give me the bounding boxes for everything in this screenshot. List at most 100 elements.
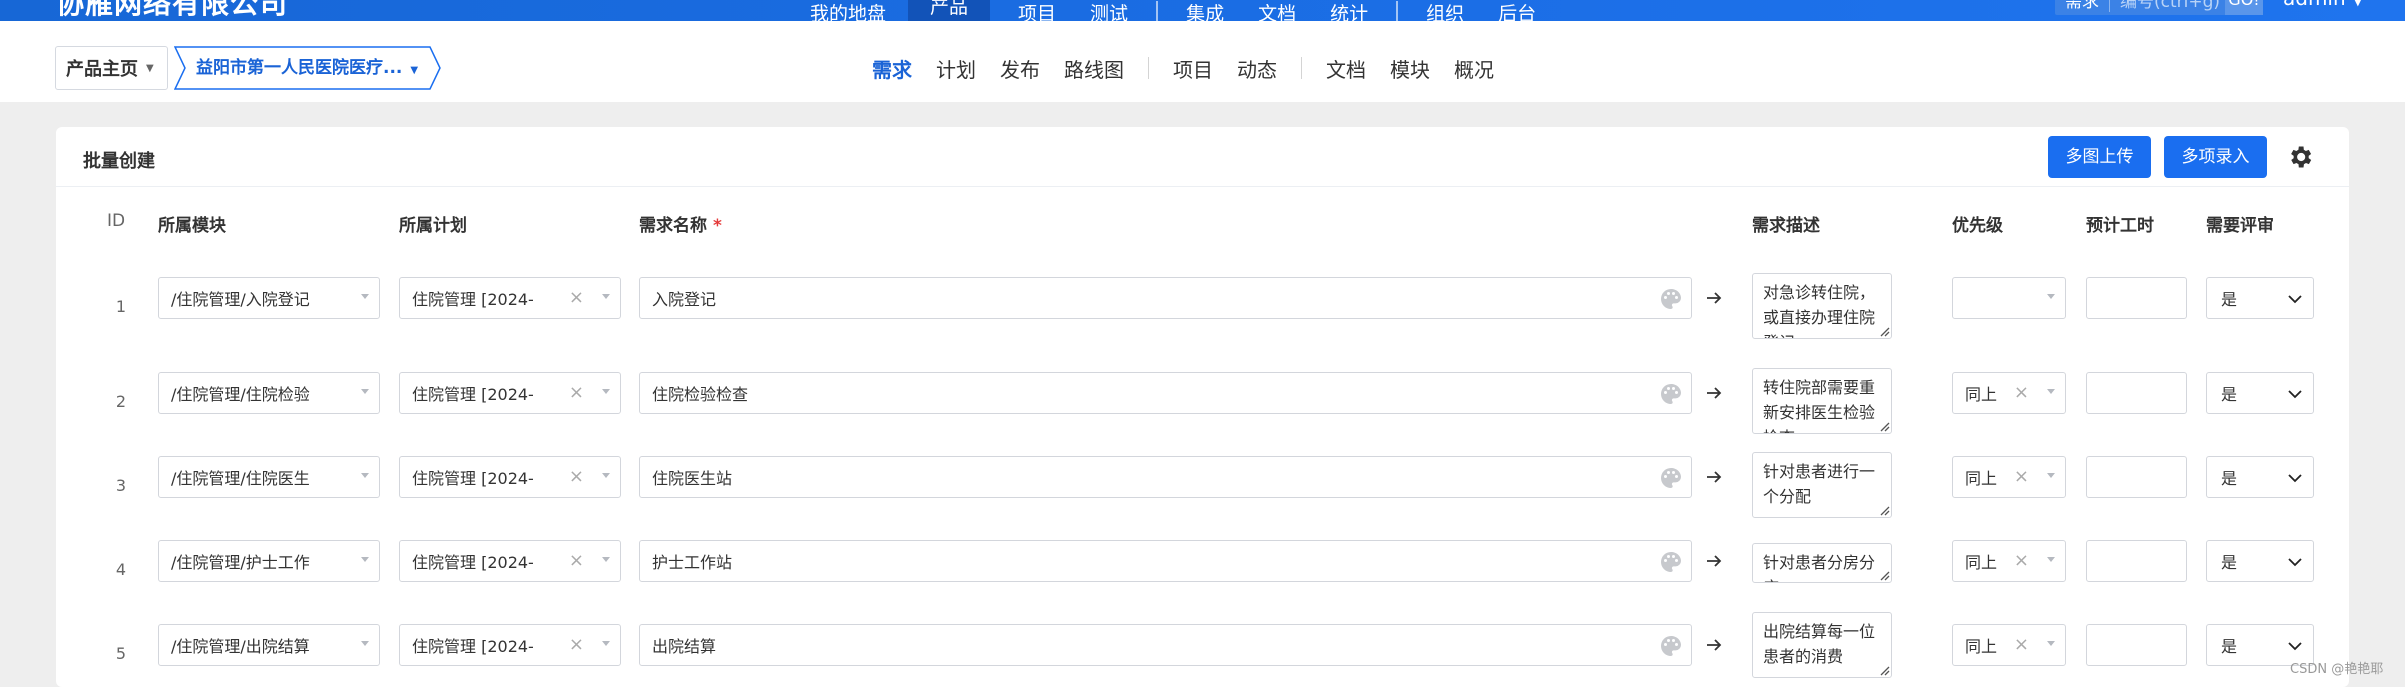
estimate-input[interactable]	[2086, 372, 2187, 414]
module-select[interactable]: /住院管理/住院医生	[158, 456, 380, 498]
current-product-dropdown[interactable]: 益阳市第一人民医院医疗... ▼	[174, 46, 442, 90]
resize-handle-icon[interactable]	[1878, 569, 1890, 581]
estimate-input[interactable]	[2086, 277, 2187, 319]
clear-icon[interactable]: ×	[569, 634, 584, 655]
review-select[interactable]: 是	[2206, 540, 2314, 582]
review-select[interactable]: 是	[2206, 372, 2314, 414]
nav-item-project[interactable]: 项目	[1018, 0, 1056, 21]
multi-upload-button[interactable]: 多图上传	[2048, 136, 2151, 178]
estimate-input[interactable]	[2086, 456, 2187, 498]
color-palette-icon[interactable]	[1659, 550, 1683, 574]
priority-select[interactable]: 同上 ×	[1952, 456, 2066, 498]
tab-roadmap[interactable]: 路线图	[1064, 54, 1124, 83]
tab-plan[interactable]: 计划	[936, 54, 976, 83]
arrow-right-icon[interactable]	[1704, 635, 1724, 655]
review-select[interactable]: 是	[2206, 456, 2314, 498]
product-tabs: 需求 计划 发布 路线图 项目 动态 文档 模块 概况	[872, 46, 1518, 90]
nav-item-doc[interactable]: 文档	[1258, 0, 1296, 21]
clear-icon[interactable]: ×	[2014, 550, 2029, 571]
gear-icon[interactable]	[2286, 143, 2314, 171]
clear-icon[interactable]: ×	[569, 287, 584, 308]
caret-down-icon	[361, 473, 369, 478]
tab-overview[interactable]: 概况	[1454, 54, 1494, 83]
clear-icon[interactable]: ×	[569, 466, 584, 487]
color-palette-icon[interactable]	[1659, 382, 1683, 406]
nav-item-org[interactable]: 组织	[1426, 0, 1464, 21]
module-select[interactable]: /住院管理/入院登记	[158, 277, 380, 319]
story-name-input[interactable]: 护士工作站	[639, 540, 1692, 582]
caret-down-icon	[602, 389, 610, 394]
story-desc-textarea[interactable]: 针对患者分房分床	[1752, 543, 1892, 583]
arrow-right-icon[interactable]	[1704, 288, 1724, 308]
clear-icon[interactable]: ×	[569, 382, 584, 403]
story-desc-textarea[interactable]: 对急诊转住院，或直接办理住院登记	[1752, 273, 1892, 339]
estimate-input[interactable]	[2086, 540, 2187, 582]
user-menu[interactable]: admin ▼	[2283, 0, 2362, 10]
resize-handle-icon[interactable]	[1878, 420, 1890, 432]
plan-select[interactable]: 住院管理 [2024- ×	[399, 372, 621, 414]
plan-select[interactable]: 住院管理 [2024- ×	[399, 277, 621, 319]
tab-project[interactable]: 项目	[1173, 54, 1213, 83]
nav-item-stats[interactable]: 统计	[1330, 0, 1368, 21]
nav-item-integration[interactable]: 集成	[1186, 0, 1224, 21]
priority-select[interactable]: 同上 ×	[1952, 624, 2066, 666]
caret-down-icon	[361, 557, 369, 562]
arrow-right-icon[interactable]	[1704, 551, 1724, 571]
estimate-input[interactable]	[2086, 624, 2187, 666]
story-name-input[interactable]: 住院医生站	[639, 456, 1692, 498]
arrow-right-icon[interactable]	[1704, 383, 1724, 403]
color-palette-icon[interactable]	[1659, 287, 1683, 311]
priority-select[interactable]: 同上 ×	[1952, 372, 2066, 414]
product-home-dropdown[interactable]: 产品主页 ▼	[55, 46, 168, 90]
col-header-desc: 需求描述	[1752, 216, 1820, 236]
story-desc-textarea[interactable]: 出院结算每一位患者的消费	[1752, 612, 1892, 678]
search-go-button[interactable]: GO!	[2225, 0, 2263, 15]
clear-icon[interactable]: ×	[2014, 382, 2029, 403]
module-select[interactable]: /住院管理/护士工作	[158, 540, 380, 582]
search-input[interactable]: 编号(ctrl+g)	[2110, 0, 2225, 12]
story-desc-value: 针对患者分房分床	[1763, 553, 1876, 582]
clear-icon[interactable]: ×	[569, 550, 584, 571]
resize-handle-icon[interactable]	[1878, 664, 1890, 676]
multi-input-button[interactable]: 多项录入	[2164, 136, 2267, 178]
tab-story[interactable]: 需求	[872, 54, 912, 83]
tab-divider	[1148, 57, 1149, 79]
module-value: /住院管理/出院结算	[171, 637, 310, 656]
review-value: 是	[2221, 385, 2238, 404]
priority-select[interactable]	[1952, 277, 2066, 319]
arrow-right-icon[interactable]	[1704, 467, 1724, 487]
plan-select[interactable]: 住院管理 [2024- ×	[399, 540, 621, 582]
tab-module[interactable]: 模块	[1390, 54, 1430, 83]
caret-down-icon	[2047, 294, 2055, 299]
priority-select[interactable]: 同上 ×	[1952, 540, 2066, 582]
plan-select[interactable]: 住院管理 [2024- ×	[399, 456, 621, 498]
nav-item-dashboard[interactable]: 我的地盘	[810, 0, 886, 21]
review-select[interactable]: 是	[2206, 277, 2314, 319]
resize-handle-icon[interactable]	[1878, 325, 1890, 337]
nav-item-product[interactable]: 产品	[908, 0, 991, 21]
story-desc-textarea[interactable]: 针对患者进行一个分配	[1752, 452, 1892, 518]
module-select[interactable]: /住院管理/住院检验	[158, 372, 380, 414]
clear-icon[interactable]: ×	[2014, 634, 2029, 655]
color-palette-icon[interactable]	[1659, 466, 1683, 490]
plan-select[interactable]: 住院管理 [2024- ×	[399, 624, 621, 666]
nav-item-admin[interactable]: 后台	[1498, 0, 1536, 21]
chevron-down-icon	[2288, 474, 2302, 483]
col-header-name: 需求名称	[639, 216, 707, 236]
color-palette-icon[interactable]	[1659, 634, 1683, 658]
search-type-select[interactable]: 需求	[2055, 0, 2110, 12]
tab-release[interactable]: 发布	[1000, 54, 1040, 83]
panel-divider	[56, 186, 2349, 187]
module-select[interactable]: /住院管理/出院结算	[158, 624, 380, 666]
current-product-label: 益阳市第一人民医院医疗...	[196, 58, 403, 78]
resize-handle-icon[interactable]	[1878, 504, 1890, 516]
tab-doc[interactable]: 文档	[1326, 54, 1366, 83]
story-name-input[interactable]: 住院检验检查	[639, 372, 1692, 414]
nav-item-test[interactable]: 测试	[1090, 0, 1128, 21]
user-name: admin	[2283, 0, 2346, 10]
story-desc-textarea[interactable]: 转住院部需要重新安排医生检验检查	[1752, 368, 1892, 434]
clear-icon[interactable]: ×	[2014, 466, 2029, 487]
tab-dynamic[interactable]: 动态	[1237, 54, 1277, 83]
story-name-input[interactable]: 入院登记	[639, 277, 1692, 319]
story-name-input[interactable]: 出院结算	[639, 624, 1692, 666]
